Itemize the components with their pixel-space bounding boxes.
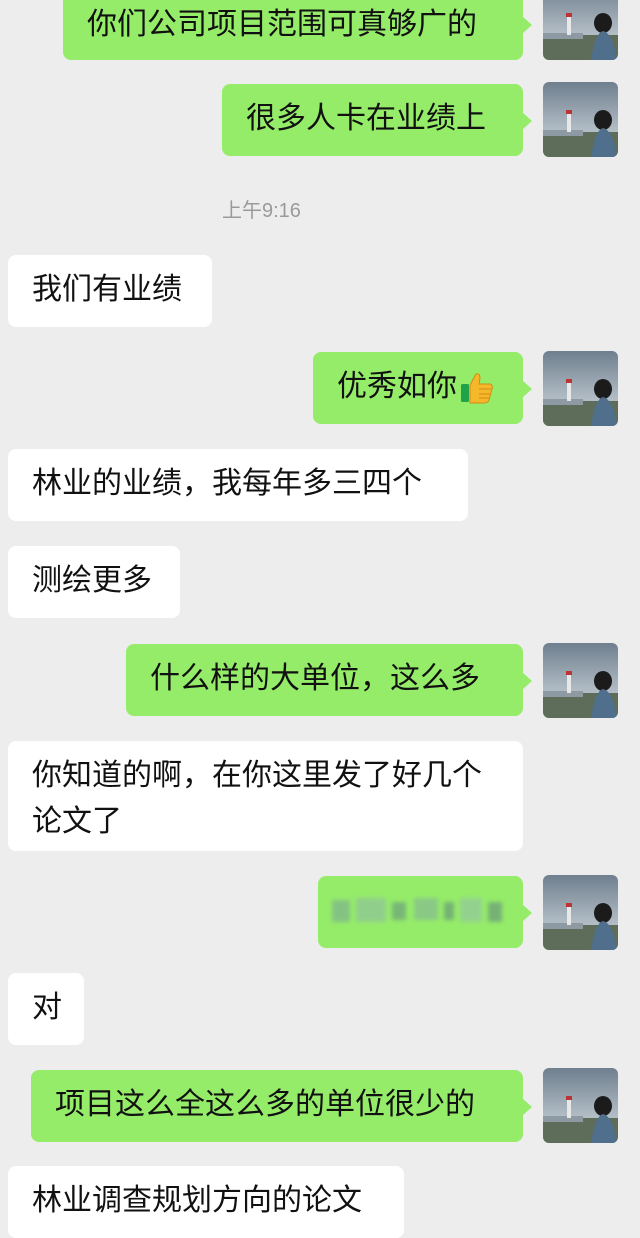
avatar-image [543, 875, 618, 950]
avatar-image [543, 1068, 618, 1143]
avatar-image [543, 82, 618, 157]
message-bubble-incoming[interactable]: 林业的业绩，我每年多三四个 [8, 449, 468, 521]
avatar-image [543, 643, 618, 718]
message-text: 对 [32, 990, 62, 1025]
message-text: 优秀如你 [337, 369, 457, 404]
message-bubble-outgoing[interactable]: 优秀如你 [313, 352, 532, 424]
message-text: 测绘更多 [32, 563, 152, 598]
avatar-image [543, 0, 618, 60]
timestamp: 上午9:16 [222, 200, 301, 222]
message-bubble-incoming[interactable]: 对 [8, 973, 84, 1045]
message-bubble-outgoing[interactable]: 很多人卡在业绩上 [222, 84, 532, 156]
avatar[interactable] [543, 643, 618, 718]
redaction-blur [332, 898, 502, 922]
message-bubble-incoming[interactable]: 测绘更多 [8, 546, 180, 618]
message-text: 很多人卡在业绩上 [246, 101, 486, 136]
message-text: 你知道的啊，在你这里发了好几个论文了 [32, 758, 482, 839]
avatar[interactable] [543, 875, 618, 950]
message-text: 你们公司项目范围可真够广的 [87, 7, 477, 42]
avatar-image [543, 351, 618, 426]
message-bubble-outgoing-redacted[interactable] [318, 876, 532, 948]
message-bubble-outgoing[interactable]: 什么样的大单位，这么多 [126, 644, 532, 716]
message-text: 我们有业绩 [32, 272, 182, 307]
message-bubble-incoming[interactable]: 林业调查规划方向的论文 [8, 1166, 404, 1238]
avatar[interactable] [543, 0, 618, 60]
message-bubble-outgoing[interactable]: 你们公司项目范围可真够广的 [63, 0, 532, 60]
message-text: 林业调查规划方向的论文 [32, 1183, 362, 1218]
avatar[interactable] [543, 351, 618, 426]
message-text: 林业的业绩，我每年多三四个 [32, 466, 422, 501]
chat-window: 你们公司项目范围可真够广的 很多人卡在业绩上 上午9:16 我们有业绩 优秀如你… [0, 0, 640, 1238]
avatar[interactable] [543, 1068, 618, 1143]
message-text: 项目这么全这么多的单位很少的 [55, 1087, 475, 1122]
message-bubble-incoming[interactable]: 我们有业绩 [8, 255, 212, 327]
message-bubble-incoming[interactable]: 你知道的啊，在你这里发了好几个论文了 [8, 741, 523, 851]
message-bubble-outgoing[interactable]: 项目这么全这么多的单位很少的 [31, 1070, 532, 1142]
thumbs-up-icon [461, 372, 493, 403]
message-text: 什么样的大单位，这么多 [150, 661, 480, 696]
avatar[interactable] [543, 82, 618, 157]
